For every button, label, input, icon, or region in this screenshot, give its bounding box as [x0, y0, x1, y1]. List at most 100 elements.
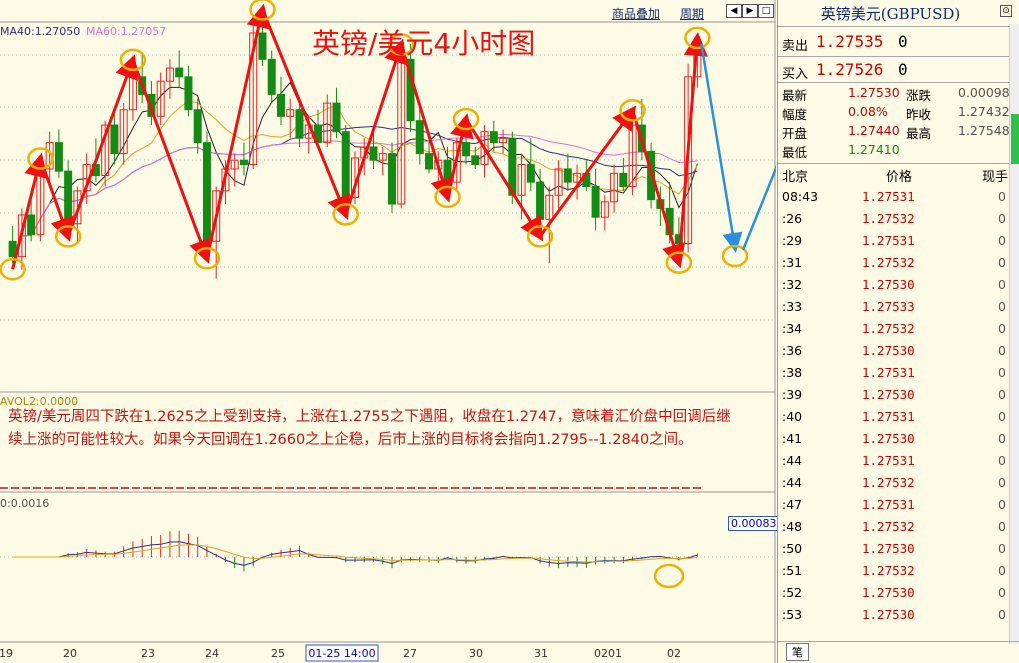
tick-row: :32 1.27530 0 [778, 274, 1014, 296]
tick-price: 1.27530 [862, 431, 915, 446]
tick-price: 1.27531 [862, 453, 915, 468]
tick-row: :29 1.27531 0 [778, 230, 1014, 252]
tick-time: :52 [782, 585, 803, 600]
x-tick-label: 31 [534, 647, 548, 660]
stat-label: 昨收 [906, 107, 932, 122]
tick-volume: 0 [998, 431, 1006, 446]
tick-row: :39 1.27530 0 [778, 384, 1014, 406]
tick-time: :47 [782, 497, 803, 512]
tick-volume: 0 [998, 321, 1006, 336]
sell-label: 卖出 [782, 39, 809, 54]
tick-time: :41 [782, 431, 803, 446]
stat-value: 1.27530 [848, 85, 900, 100]
macd-legend: 0:0.0016 [0, 497, 50, 510]
tick-price: 1.27530 [862, 607, 915, 622]
x-tick-label: 25 [271, 647, 285, 660]
tick-volume: 0 [998, 387, 1006, 402]
x-tick-label: 23 [141, 647, 155, 660]
tick-volume: 0 [998, 211, 1006, 226]
candle-body [27, 214, 36, 236]
candle-body [64, 170, 73, 225]
candle-body [341, 131, 350, 198]
analysis-note: 英镑/美元周四下跌在1.2625之上受到支持，上涨在1.2755之下遇阻，收盘在… [8, 409, 731, 448]
trend-arrow [631, 109, 686, 269]
x-tick-label: 30 [469, 647, 483, 660]
tick-price: 1.27533 [862, 299, 915, 314]
stat-label: 最高 [906, 126, 932, 141]
buy-label: 买入 [782, 67, 809, 82]
tick-price: 1.27531 [862, 497, 915, 512]
trend-arrow [538, 105, 637, 238]
tick-price: 1.27530 [862, 541, 915, 556]
candle-body [202, 142, 211, 242]
tick-volume: 0 [998, 233, 1006, 248]
stat-label: 开盘 [782, 126, 808, 141]
tick-row: 08:43 1.27531 0 [778, 186, 1014, 208]
tick-row: :40 1.27531 0 [778, 406, 1014, 428]
tick-time: :26 [782, 211, 803, 226]
tick-row: :44 1.27531 0 [778, 450, 1014, 472]
candle-body [415, 120, 424, 155]
stat-value: 1.27548 [958, 123, 1010, 138]
tick-row: :38 1.27531 0 [778, 362, 1014, 384]
macd-value-badge: 0.00083 [728, 516, 780, 531]
tick-volume: 0 [998, 189, 1006, 204]
tick-row: :34 1.27532 0 [778, 318, 1014, 340]
stat-value: 1.27432 [958, 104, 1010, 119]
stat-value: 1.27440 [848, 123, 900, 138]
candle-body [425, 153, 434, 170]
tick-volume: 0 [998, 563, 1006, 578]
tick-time: :44 [782, 475, 803, 490]
tick-price: 1.27532 [862, 211, 915, 226]
candle-body [369, 146, 378, 161]
tick-row: :33 1.27533 0 [778, 296, 1014, 318]
candle-body [267, 58, 276, 95]
tick-time: :44 [782, 453, 803, 468]
tick-time: :53 [782, 607, 803, 622]
stat-value: 0.00098 [958, 85, 1010, 100]
tick-time: :32 [782, 277, 803, 292]
sell-volume: 0 [898, 32, 908, 51]
panel-title: 英镑美元(GBPUSD) [820, 5, 961, 23]
tick-volume: 0 [998, 519, 1006, 534]
period-button[interactable]: 周期 [680, 5, 704, 22]
candle-body [110, 124, 119, 155]
tick-volume: 0 [998, 607, 1006, 622]
tick-price: 1.27531 [862, 365, 915, 380]
stat-label: 幅度 [782, 107, 808, 122]
macd-cross-circle [653, 563, 685, 589]
overlay-button[interactable]: 商品叠加 [612, 5, 660, 22]
x-tick-label: 27 [403, 647, 417, 660]
maximize-icon[interactable]: □ [758, 4, 774, 18]
tick-time: :31 [782, 255, 803, 270]
candle-body [239, 159, 248, 166]
close-icon[interactable]: ⊙ [1000, 5, 1012, 17]
tick-time: :38 [782, 365, 803, 380]
tick-time: :40 [782, 409, 803, 424]
pen-tab[interactable]: 笔 [786, 643, 809, 661]
stat-row: 幅度 0.08% 昨收 1.27432 [782, 104, 1012, 124]
candle-body [471, 155, 480, 166]
tick-price: 1.27531 [862, 189, 915, 204]
tick-volume: 0 [998, 299, 1006, 314]
tick-row: :31 1.27532 0 [778, 252, 1014, 274]
ma40-legend: MA40:1.27050 [0, 25, 81, 38]
tick-row: :51 1.27532 0 [778, 560, 1014, 582]
tick-price: 1.27532 [862, 255, 915, 270]
scroll-thumb[interactable] [1011, 114, 1019, 164]
tick-row: :44 1.27532 0 [778, 472, 1014, 494]
tick-row: :53 1.27530 0 [778, 604, 1014, 626]
candlestick-chart[interactable]: 19 20 23 24 25 01-25 14:00 27 30 31 0201 02 [0, 0, 776, 663]
quote-panel: 英镑美元(GBPUSD) ⊙ 卖出 1.27535 0 买入 1.27526 0… [777, 0, 1019, 663]
tick-price: 1.27530 [862, 585, 915, 600]
scroll-right-icon[interactable]: ▶ [742, 4, 758, 18]
candle-body [388, 153, 397, 205]
scroll-left-icon[interactable]: ◀ [726, 4, 742, 18]
panel-scrollbar[interactable] [1009, 24, 1019, 644]
candle-body [591, 185, 600, 218]
tick-time: :39 [782, 387, 803, 402]
trend-arrow [11, 152, 48, 270]
forecast-arrow [700, 43, 743, 253]
tick-row: :47 1.27531 0 [778, 494, 1014, 516]
tick-time: :48 [782, 519, 803, 534]
